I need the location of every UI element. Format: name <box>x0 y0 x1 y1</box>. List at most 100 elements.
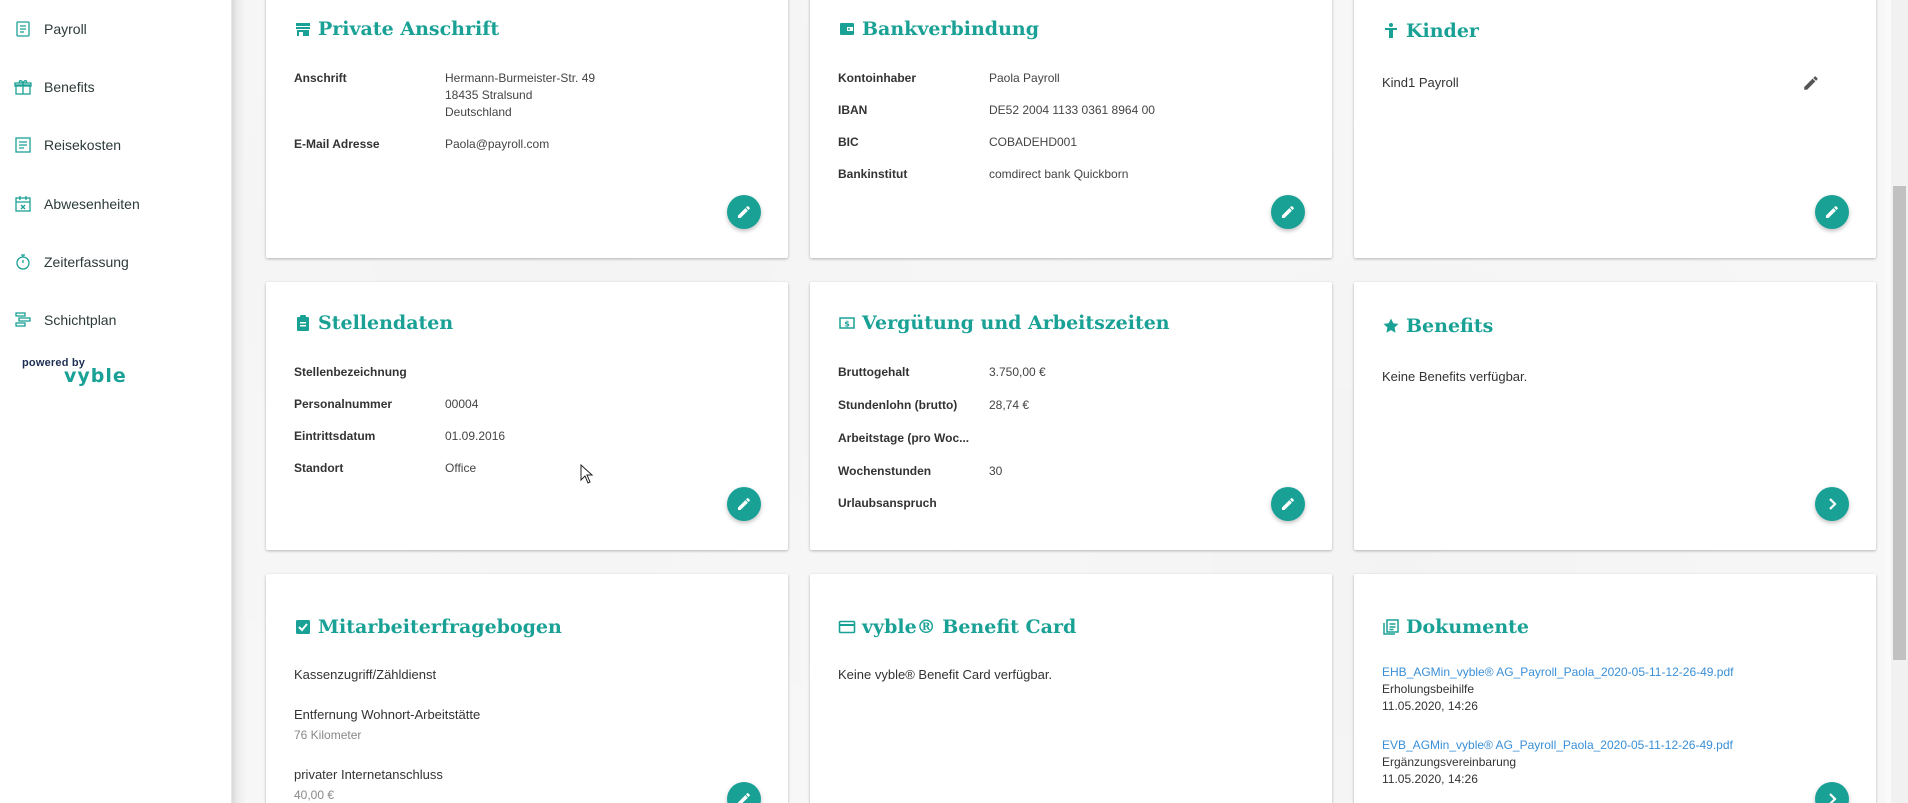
field-value: 30 <box>989 464 1003 478</box>
document-type: Erholungsbeihilfe <box>1382 682 1475 696</box>
document-item: EHB_AGMin_vyble® AG_Payroll_Paola_2020-0… <box>1382 664 1734 715</box>
edit-stellendaten-button[interactable] <box>727 487 761 521</box>
field-standort: Standort Office <box>294 460 476 477</box>
benefits-empty-text: Keine Benefits verfügbar. <box>1382 369 1528 384</box>
field-label: Kontoinhaber <box>838 71 916 85</box>
card-title-text: Vergütung und Arbeitszeiten <box>862 312 1170 334</box>
edit-bank-button[interactable] <box>1271 195 1305 229</box>
field-value: comdirect bank Quickborn <box>989 167 1129 181</box>
field-bruttogehalt: Bruttogehalt 3.750,00 € <box>838 364 1046 381</box>
field-value: 3.750,00 € <box>989 365 1046 379</box>
fragebogen-item: Entfernung Wohnort-Arbeitstätte 76 Kilom… <box>294 706 480 744</box>
field-label: Standort <box>294 461 344 475</box>
edit-verguetung-button[interactable] <box>1271 487 1305 521</box>
card-title: Private Anschrift <box>294 18 499 40</box>
edit-kinder-button[interactable] <box>1815 195 1849 229</box>
field-label: E-Mail Adresse <box>294 137 380 151</box>
fragebogen-item: Kassenzugriff/Zähldienst <box>294 666 436 683</box>
money-icon: $ <box>838 314 856 332</box>
field-stellenbezeichnung: Stellenbezeichnung <box>294 364 445 381</box>
sidebar-item-benefits[interactable]: Benefits <box>14 72 95 102</box>
field-value: DE52 2004 1133 0361 8964 00 <box>989 103 1155 117</box>
sidebar-divider <box>232 0 246 803</box>
card-title: Bankverbindung <box>838 18 1039 40</box>
field-arbeitstage: Arbeitstage (pro Woc... <box>838 430 989 447</box>
card-stellendaten: Stellendaten Stellenbezeichnung Personal… <box>266 282 788 550</box>
sidebar-item-payroll[interactable]: Payroll <box>14 14 87 44</box>
pencil-icon <box>738 793 750 803</box>
card-verguetung: $ Vergütung und Arbeitszeiten Bruttogeha… <box>810 282 1332 550</box>
sidebar-item-abwesenheiten[interactable]: Abwesenheiten <box>14 189 140 219</box>
field-label: Personalnummer <box>294 397 393 411</box>
field-urlaubsanspruch: Urlaubsanspruch <box>838 495 989 512</box>
card-title-text: Mitarbeiterfragebogen <box>318 616 562 638</box>
child-name: Kind1 Payroll <box>1382 75 1459 90</box>
edit-child-icon[interactable] <box>1802 74 1820 92</box>
field-label: Urlaubsanspruch <box>838 496 937 510</box>
gift-icon <box>14 78 32 96</box>
card-title: $ Vergütung und Arbeitszeiten <box>838 312 1170 334</box>
field-label: Arbeitstage (pro Woc... <box>838 431 970 445</box>
card-bankverbindung: Bankverbindung Kontoinhaber Paola Payrol… <box>810 0 1332 258</box>
field-value: 01.09.2016 <box>445 429 506 443</box>
field-stundenlohn: Stundenlohn (brutto) 28,74 € <box>838 397 1029 414</box>
document-date: 11.05.2020, 14:26 <box>1382 699 1478 713</box>
field-value: 28,74 € <box>989 398 1030 412</box>
pencil-icon <box>1282 206 1294 218</box>
field-label: Eintrittsdatum <box>294 429 376 443</box>
chevron-right-icon <box>1829 498 1837 510</box>
field-iban: IBAN DE52 2004 1133 0361 8964 00 <box>838 102 1155 119</box>
document-date: 11.05.2020, 14:26 <box>1382 772 1478 786</box>
open-dokumente-button[interactable] <box>1815 782 1849 803</box>
card-title: Mitarbeiterfragebogen <box>294 616 562 638</box>
sidebar-item-reisekosten[interactable]: Reisekosten <box>14 130 121 160</box>
sidebar-item-label: Benefits <box>44 79 95 95</box>
pencil-icon <box>1826 206 1838 218</box>
stopwatch-icon <box>14 253 32 271</box>
pencil-icon <box>738 498 750 510</box>
field-bic: BIC COBADEHD001 <box>838 134 1077 151</box>
card-benefit-card: vyble® Benefit Card Keine vyble® Benefit… <box>810 574 1332 803</box>
mouse-cursor-icon <box>580 464 594 484</box>
card-private-anschrift: Private Anschrift Anschrift Hermann-Burm… <box>266 0 788 258</box>
field-personalnummer: Personalnummer 00004 <box>294 396 478 413</box>
document-link[interactable]: EVB_AGMin_vyble® AG_Payroll_Paola_2020-0… <box>1382 737 1733 754</box>
card-mitarbeiterfragebogen: Mitarbeiterfragebogen Kassenzugriff/Zähl… <box>266 574 788 803</box>
card-title: vyble® Benefit Card <box>838 616 1076 638</box>
clipboard-icon <box>294 314 312 332</box>
open-benefits-button[interactable] <box>1815 487 1849 521</box>
fragebogen-item-label: privater Internetanschluss <box>294 767 443 782</box>
fragebogen-item-label: Kassenzugriff/Zähldienst <box>294 667 437 682</box>
document-type: Ergänzungsvereinbarung <box>1382 755 1517 769</box>
sidebar-item-label: Reisekosten <box>44 137 122 153</box>
fragebogen-item-value: 76 Kilometer <box>294 728 362 742</box>
edit-anschrift-button[interactable] <box>727 195 761 229</box>
card-benefits: Benefits Keine Benefits verfügbar. <box>1354 282 1876 550</box>
fragebogen-item-label: Entfernung Wohnort-Arbeitstätte <box>294 707 481 722</box>
star-icon <box>1382 317 1400 335</box>
field-label: Stellenbezeichnung <box>294 365 407 379</box>
field-label: Bankinstitut <box>838 167 908 181</box>
svg-text:$: $ <box>844 320 850 329</box>
scrollbar-thumb[interactable] <box>1893 186 1906 660</box>
card-title: Kinder <box>1382 20 1479 42</box>
sidebar-item-schichtplan[interactable]: Schichtplan <box>14 305 116 335</box>
card-title-text: Benefits <box>1406 315 1494 337</box>
pencil-icon <box>1282 498 1294 510</box>
document-link[interactable]: EHB_AGMin_vyble® AG_Payroll_Paola_2020-0… <box>1382 664 1734 681</box>
benefit-card-empty-text: Keine vyble® Benefit Card verfügbar. <box>838 667 1053 682</box>
credit-card-icon <box>838 618 856 636</box>
sidebar: Payroll Benefits Reisekosten Abwesenheit… <box>0 0 232 803</box>
sidebar-item-label: Abwesenheiten <box>44 196 140 212</box>
payroll-icon <box>14 20 32 38</box>
edit-fragebogen-button[interactable] <box>727 782 761 803</box>
field-eintrittsdatum: Eintrittsdatum 01.09.2016 <box>294 428 505 445</box>
field-value: Hermann-Burmeister-Str. 49 18435 Stralsu… <box>445 71 596 119</box>
brand-logo: vyble <box>64 365 127 387</box>
sidebar-item-zeiterfassung[interactable]: Zeiterfassung <box>14 247 129 277</box>
card-kinder: Kinder Kind1 Payroll <box>1354 0 1876 258</box>
card-title-text: Kinder <box>1406 20 1479 42</box>
field-label: Bruttogehalt <box>838 365 910 379</box>
field-label: Anschrift <box>294 71 347 85</box>
store-icon <box>294 20 312 38</box>
